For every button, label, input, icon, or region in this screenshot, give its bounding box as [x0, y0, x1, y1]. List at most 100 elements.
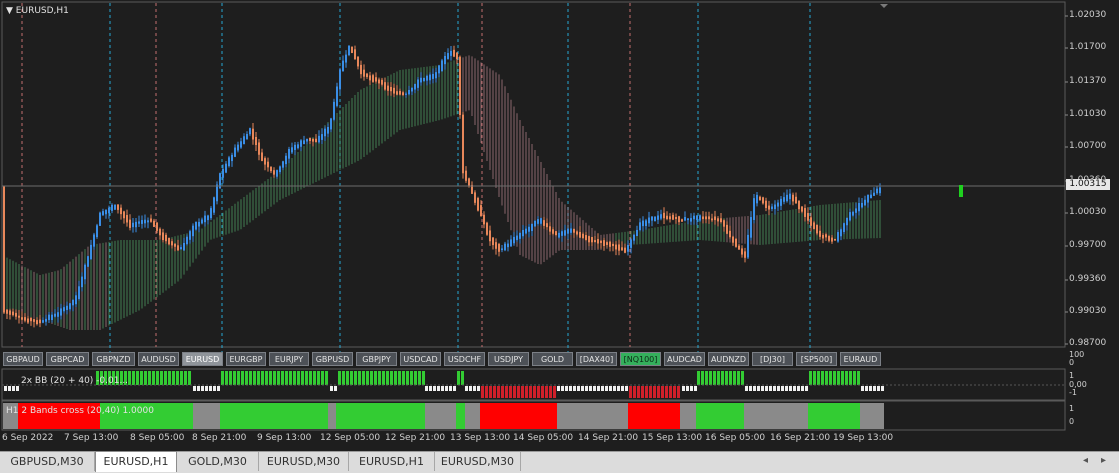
candle-body	[633, 234, 635, 241]
candle-body	[243, 136, 245, 144]
time-axis-label: 15 Sep 13:00	[642, 433, 703, 443]
symbol-button[interactable]: USDCHF	[444, 352, 485, 366]
candle-body	[531, 223, 533, 232]
candle-body	[78, 286, 80, 300]
candle-body	[297, 144, 299, 149]
candle-body	[153, 220, 155, 227]
candle-body	[30, 317, 32, 322]
symbol-button[interactable]: EURJPY	[269, 352, 309, 366]
candle-body	[528, 226, 530, 232]
symbol-button[interactable]: EURUSD	[182, 352, 223, 366]
candle-body	[192, 225, 194, 237]
time-axis-label: 8 Sep 21:00	[192, 433, 247, 443]
indicator1-bar	[425, 386, 428, 391]
candle-body	[450, 50, 452, 56]
candle-body	[315, 138, 317, 143]
indicator1-bar	[613, 386, 616, 391]
candle-body	[792, 194, 794, 202]
indicator1-bar	[781, 386, 784, 391]
indicator1-bar	[321, 371, 324, 385]
indicator1-bar	[741, 371, 744, 385]
symbol-button[interactable]: GBPUSD	[312, 352, 353, 366]
candle-body	[54, 313, 56, 317]
symbol-button[interactable]: EURGBP	[226, 352, 266, 366]
candle-body	[156, 222, 158, 231]
indicator1-bar	[545, 386, 548, 398]
symbol-button[interactable]: USDCAD	[400, 352, 441, 366]
candle-body	[750, 217, 752, 238]
chart-tab[interactable]: EURUSD,M30	[435, 452, 521, 471]
symbol-button[interactable]: GBPJPY	[356, 352, 397, 366]
price-axis-label: 1.01370	[1069, 76, 1107, 86]
candle-body	[459, 56, 461, 116]
chart-tab[interactable]: GOLD,M30	[177, 452, 259, 471]
candle-body	[504, 243, 506, 251]
candle-body	[705, 216, 707, 220]
indicator1-bar	[241, 371, 244, 385]
candle-body	[732, 236, 734, 243]
candle-body	[150, 218, 152, 222]
candle-body	[678, 216, 680, 223]
price-axis-label: 1.01030	[1069, 109, 1107, 119]
chart-tab[interactable]: EURUSD,H1	[95, 451, 177, 472]
indicator1-bar	[617, 386, 620, 391]
chart-window[interactable]: ▼ EURUSD,H1 1.02030 1.01700 1.01370 1.01030…	[0, 0, 1119, 473]
candle-body	[144, 219, 146, 224]
indicator1-bar	[172, 371, 175, 385]
symbol-button[interactable]: AUDCAD	[664, 352, 705, 366]
symbol-button[interactable]: GOLD	[532, 352, 573, 366]
indicator1-bar	[16, 386, 19, 391]
indicator1-bar	[386, 371, 389, 385]
candle-body	[717, 218, 719, 222]
symbol-button[interactable]: [DJ30]	[752, 352, 793, 366]
candle-body	[207, 215, 209, 221]
indicator1-bar	[821, 371, 824, 385]
symbol-button[interactable]: GBPNZD	[92, 352, 135, 366]
candle-body	[57, 312, 59, 317]
tab-scroll-right-icon[interactable]: ▸	[1101, 455, 1106, 466]
candle-body	[615, 244, 617, 250]
candle-body	[774, 204, 776, 210]
candle-body	[654, 216, 656, 222]
symbol-button[interactable]: [SP500]	[796, 352, 837, 366]
symbol-button[interactable]: GBPAUD	[3, 352, 43, 366]
candle-body	[312, 138, 314, 142]
candle-body	[240, 141, 242, 148]
symbol-button[interactable]: [NQ100]	[620, 352, 661, 366]
symbol-button[interactable]: USDJPY	[488, 352, 529, 366]
candle-body	[468, 178, 470, 187]
symbol-button[interactable]: GBPCAD	[46, 352, 89, 366]
tab-scroll-left-icon[interactable]: ◂	[1083, 455, 1088, 466]
indicator1-bar	[697, 371, 700, 385]
symbol-button[interactable]: AUDUSD	[138, 352, 179, 366]
candle-body	[597, 239, 599, 244]
indicator1-bar	[469, 386, 472, 391]
signal-marker	[959, 185, 963, 197]
candle-body	[810, 217, 812, 226]
indicator2-state-block	[480, 403, 557, 429]
symbol-button[interactable]: AUDNZD	[708, 352, 749, 366]
indicator1-bar	[529, 386, 532, 398]
symbol-bar-scale-bottom: 0	[1069, 358, 1075, 367]
candle-body	[354, 49, 356, 60]
price-chart[interactable]	[0, 0, 1119, 472]
window-title: ▼ EURUSD,H1	[6, 6, 69, 16]
candle-body	[828, 236, 830, 241]
indicator1-bar	[201, 386, 204, 391]
window-menu-icon[interactable]: ▼	[6, 6, 13, 16]
indicator1-bar	[569, 386, 572, 391]
indicator1-bar	[577, 386, 580, 391]
candle-body	[438, 65, 440, 74]
indicator1-bar	[641, 386, 644, 398]
indicator2-state-block	[336, 403, 425, 429]
symbol-button[interactable]: EURAUD	[840, 352, 881, 366]
candle-body	[663, 212, 665, 219]
chart-tab[interactable]: GBPUSD,M30	[0, 452, 95, 471]
chart-tab[interactable]: EURUSD,H1	[349, 452, 435, 471]
chart-tab[interactable]: EURUSD,M30	[259, 452, 349, 471]
candle-body	[516, 235, 518, 241]
indicator1-bar	[330, 386, 333, 391]
candle-body	[93, 234, 95, 247]
symbol-button[interactable]: [DAX40]	[576, 352, 617, 366]
candle-body	[432, 73, 434, 79]
